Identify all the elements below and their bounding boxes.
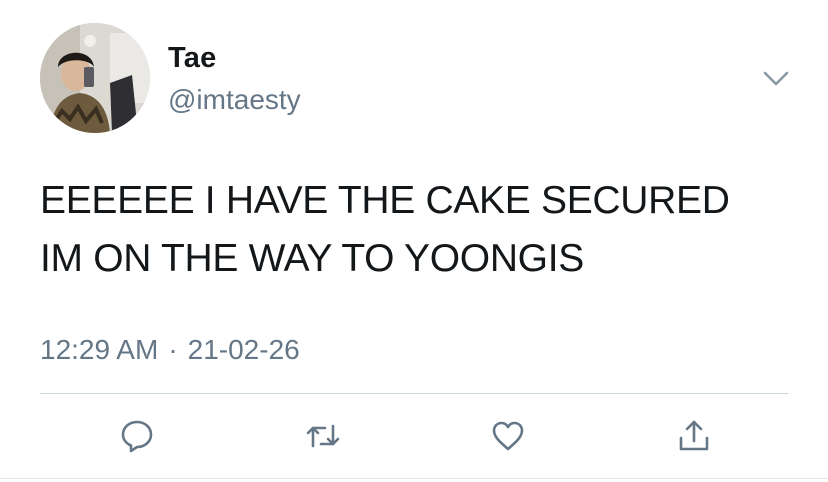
tweet-timestamp[interactable]: 12:29 AM · 21-02-26: [40, 334, 300, 366]
meta-separator: ·: [168, 334, 178, 365]
user-handle[interactable]: @imtaesty: [168, 84, 301, 116]
like-button[interactable]: [488, 416, 528, 456]
share-icon: [679, 420, 709, 451]
tweet-card: Tae @imtaesty EEEEEE I HAVE THE CAKE SEC…: [0, 0, 828, 482]
display-name[interactable]: Tae: [168, 42, 216, 75]
tweet-text-line-2: IM ON THE WAY TO YOONGIS: [40, 237, 584, 280]
avatar-photo: [40, 23, 150, 133]
heart-icon: [492, 421, 524, 451]
bottom-divider: [0, 478, 828, 479]
reply-button[interactable]: [117, 416, 157, 456]
tweet-date: 21-02-26: [187, 334, 300, 365]
retweet-icon: [306, 424, 340, 448]
chevron-down-icon[interactable]: [760, 66, 792, 90]
tweet-time: 12:29 AM: [40, 334, 159, 365]
tweet-text-line-1: EEEEEE I HAVE THE CAKE SECURED: [40, 179, 730, 222]
speech-bubble-icon: [121, 420, 153, 453]
avatar[interactable]: [40, 23, 150, 133]
divider: [40, 393, 788, 394]
retweet-button[interactable]: [303, 416, 343, 456]
share-button[interactable]: [674, 416, 714, 456]
tweet-text: EEEEEE I HAVE THE CAKE SECURED IM ON THE…: [40, 172, 800, 288]
